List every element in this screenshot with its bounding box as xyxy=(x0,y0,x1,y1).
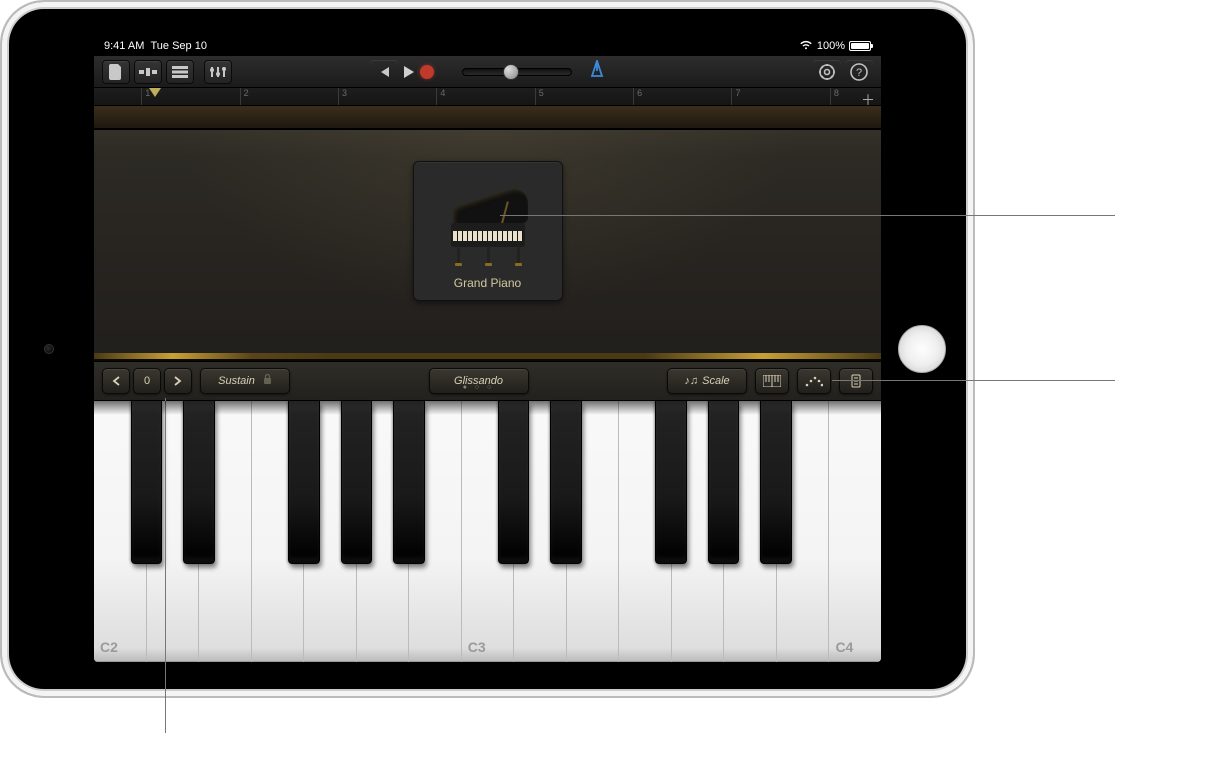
sustain-button[interactable]: Sustain xyxy=(200,368,290,394)
black-key[interactable] xyxy=(341,401,372,564)
key-label: C4 xyxy=(835,639,853,655)
black-key[interactable] xyxy=(708,401,739,564)
scale-button[interactable]: ♪♫ Scale xyxy=(667,368,747,394)
grand-piano-icon xyxy=(443,191,533,266)
svg-text:?: ? xyxy=(856,67,862,79)
ruler-tick: 4 xyxy=(436,88,445,105)
keyboard-mode-button[interactable]: Glissando ● ○ ○ xyxy=(429,368,529,394)
black-key[interactable] xyxy=(498,401,529,564)
tracks-view-button[interactable] xyxy=(166,60,194,84)
wifi-icon xyxy=(799,40,813,53)
track-controls-button[interactable] xyxy=(204,60,232,84)
black-key[interactable] xyxy=(183,401,214,564)
brass-trim xyxy=(94,353,881,359)
ruler-tick: 6 xyxy=(633,88,642,105)
instrument-name: Grand Piano xyxy=(454,276,521,290)
octave-value: 0 xyxy=(133,368,161,394)
ipad-frame: 9:41 AM Tue Sep 10 100% xyxy=(0,0,975,698)
status-bar: 9:41 AM Tue Sep 10 100% xyxy=(94,36,881,56)
battery-icon xyxy=(849,41,871,51)
my-songs-button[interactable] xyxy=(102,60,130,84)
keyboard-options-button[interactable] xyxy=(839,368,873,394)
lock-icon xyxy=(263,374,272,388)
app-toolbar: ? xyxy=(94,56,881,88)
ruler-tick: 1 xyxy=(141,88,150,105)
octave-selector: 0 xyxy=(102,368,192,394)
black-key[interactable] xyxy=(760,401,791,564)
go-to-beginning-button[interactable] xyxy=(370,60,398,84)
octave-up-button[interactable] xyxy=(164,368,192,394)
home-button[interactable] xyxy=(898,325,946,373)
black-key[interactable] xyxy=(288,401,319,564)
piano-keyboard[interactable]: C2 C3 C4 xyxy=(94,401,881,662)
ruler-tick: 8 xyxy=(830,88,839,105)
timeline-ruler[interactable]: ＋ 12345678 xyxy=(94,88,881,106)
instrument-selector[interactable]: Grand Piano xyxy=(413,161,563,301)
octave-down-button[interactable] xyxy=(102,368,130,394)
transport-controls xyxy=(370,60,606,84)
settings-button[interactable] xyxy=(813,60,841,84)
ruler-tick: 5 xyxy=(535,88,544,105)
master-volume-slider[interactable] xyxy=(462,68,572,76)
help-button[interactable]: ? xyxy=(845,60,873,84)
key-label: C2 xyxy=(100,639,118,655)
keyboard-layout-button[interactable] xyxy=(755,368,789,394)
keyboard-control-strip: 0 Sustain Glissando ● ○ ○ ♪♫ Scale xyxy=(94,361,881,401)
black-key[interactable] xyxy=(655,401,686,564)
play-button[interactable] xyxy=(404,66,414,78)
battery-percent: 100% xyxy=(817,40,845,52)
status-time: 9:41 AM Tue Sep 10 xyxy=(104,40,207,52)
instrument-panel: Grand Piano xyxy=(94,106,881,361)
note-icon: ♪♫ xyxy=(684,375,698,387)
piano-lid-decor xyxy=(94,106,881,130)
ruler-tick: 2 xyxy=(240,88,249,105)
ruler-tick: 7 xyxy=(731,88,740,105)
black-key[interactable] xyxy=(550,401,581,564)
screen: 9:41 AM Tue Sep 10 100% xyxy=(94,36,881,662)
browser-button[interactable] xyxy=(134,60,162,84)
arpeggiator-button[interactable] xyxy=(797,368,831,394)
front-camera xyxy=(44,344,54,354)
slider-thumb[interactable] xyxy=(503,64,519,80)
white-key[interactable]: C4 xyxy=(829,401,881,662)
black-key[interactable] xyxy=(131,401,162,564)
ruler-tick: 3 xyxy=(338,88,347,105)
key-label: C3 xyxy=(468,639,486,655)
record-button[interactable] xyxy=(420,65,434,79)
playhead-icon[interactable] xyxy=(149,88,161,97)
black-key[interactable] xyxy=(393,401,424,564)
metronome-button[interactable] xyxy=(588,60,606,83)
